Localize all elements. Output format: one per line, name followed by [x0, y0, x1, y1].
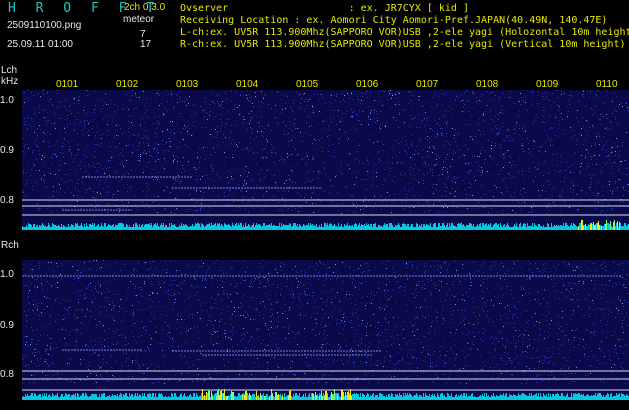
rch-label: Rch: [1, 240, 19, 251]
meteor-label: meteor: [123, 14, 155, 25]
time-tick: 0102: [116, 79, 139, 90]
rch-freq-tick: 0.9: [0, 320, 14, 331]
lch-waterfall: [22, 90, 629, 230]
lch-receiver-line: L-ch:ex. UV5R 113.900Mhz(SAPPORO VOR)USB…: [180, 27, 629, 38]
rch-spectrogram: [22, 260, 629, 400]
observer-line: Ovserver : ex. JR7CYX [ kid ]: [180, 3, 469, 14]
lch-khz-label: kHz: [1, 76, 19, 87]
rch-receiver-line: R-ch:ex. UV5R 113.900Mhz(SAPPORO VOR)USB…: [180, 39, 626, 50]
time-tick: 0109: [536, 79, 559, 90]
time-tick: 0108: [476, 79, 499, 90]
time-tick: 0107: [416, 79, 439, 90]
time-tick: 0105: [296, 79, 319, 90]
meteor-count-rch: 17: [140, 39, 152, 50]
time-tick: 0101: [56, 79, 79, 90]
rch-freq-tick: 1.0: [0, 269, 14, 280]
capture-datetime: 25.09.11 01:00: [7, 39, 73, 50]
time-tick: 0104: [236, 79, 259, 90]
rch-waterfall: [22, 260, 629, 400]
lch-label: Lch: [1, 65, 18, 76]
lch-freq-tick: 0.8: [0, 195, 14, 206]
time-tick: 0110: [596, 79, 618, 90]
file-name: 2509110100.png: [7, 20, 82, 31]
location-line: Receiving Location : ex. Aomori City Aom…: [180, 15, 608, 26]
app-version: 2ch 0.3.0: [124, 2, 166, 13]
lch-freq-tick: 0.9: [0, 145, 14, 156]
rch-freq-tick: 0.8: [0, 369, 14, 380]
time-tick: 0103: [176, 79, 199, 90]
lch-spectrogram: [22, 90, 629, 230]
time-tick: 0106: [356, 79, 379, 90]
lch-freq-tick: 1.0: [0, 95, 14, 106]
